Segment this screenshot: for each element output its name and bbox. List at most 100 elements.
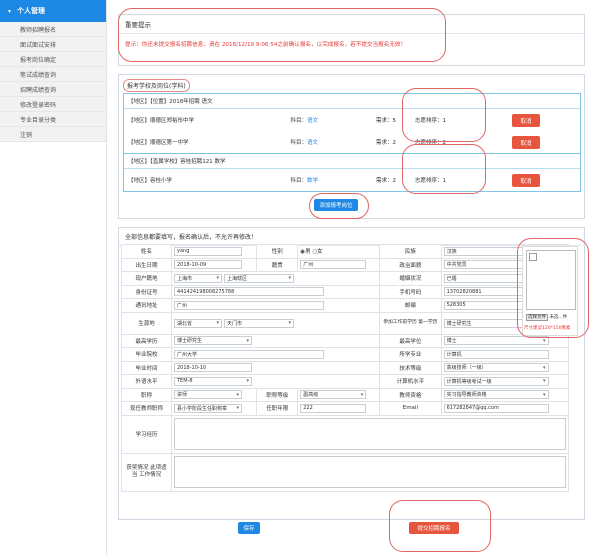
major-label: 所学专业	[379, 347, 442, 362]
origin-province-value: 湖北省	[177, 320, 193, 327]
info-form: 姓名 yang 性别 ◉男 ○女 民族 汉族 出生日期 2018-10-09 籍…	[121, 244, 570, 492]
study-history-label: 学习经历	[121, 414, 172, 454]
hukou-district-select[interactable]: 上海辖区	[224, 273, 294, 283]
subject-label: 科目：	[290, 118, 307, 124]
highest-degree-select[interactable]: 博士	[443, 336, 549, 346]
priority-order: 志愿排序：2	[415, 140, 446, 146]
sidebar-title: 个人管理	[17, 7, 46, 15]
cert-select[interactable]: 实习指导教师资格	[443, 390, 549, 400]
computer-select[interactable]: 计算机等级考试一级	[443, 376, 549, 386]
sidebar-header[interactable]: ▾ 个人管理	[0, 0, 106, 22]
first-education-label: 参加工作前学历 第一学历	[379, 311, 442, 335]
school-panel-title: 报考学校及岗位(学科)	[123, 79, 190, 92]
hukou-city-select[interactable]: 上海市	[174, 273, 222, 283]
school-name: 顺德区郑裕彤中学	[150, 118, 195, 124]
sidebar-item-result[interactable]: 招聘成绩查询	[0, 82, 106, 97]
subject-label: 科目：	[290, 140, 307, 146]
job-years-input[interactable]: 222	[300, 403, 367, 413]
awards-label: 获奖情况 此项适当 工作情况	[121, 452, 172, 492]
priority-order: 志愿排序：1	[415, 178, 446, 184]
graduation-time-input[interactable]: 2018-10-10	[174, 363, 252, 373]
highest-degree-label: 最高学位	[379, 333, 442, 348]
add-post-button[interactable]: 添加报考岗位	[314, 199, 358, 211]
address-input[interactable]: 广州	[174, 300, 324, 310]
school-input[interactable]: 广州大学	[174, 349, 324, 359]
birth-label: 出生日期	[121, 257, 172, 272]
native-input[interactable]: 广州	[300, 260, 367, 270]
school-panel: 报考学校及岗位(学科) 【地区】【位置】2018年招聘 语文 【地区】 顺德区郑…	[118, 74, 585, 219]
name-label: 姓名	[121, 244, 172, 259]
region-tag: 【地区】	[128, 118, 151, 124]
politics-label: 政治面貌	[379, 257, 442, 272]
school-row: 【地区】 顺德区第一中学 科目：语文 需求：2 志愿排序：2 取消	[124, 131, 580, 153]
origin-province-select[interactable]: 湖北省	[174, 318, 222, 328]
choose-file-button[interactable]: 选择文件	[526, 314, 548, 321]
name-input[interactable]: yang	[174, 246, 242, 256]
sidebar-item-written-score[interactable]: 笔试成绩查询	[0, 67, 106, 82]
awards-textarea[interactable]	[174, 456, 566, 488]
title-level-label: 职称等级	[256, 387, 299, 402]
school-name: 顺德区第一中学	[150, 140, 189, 146]
highest-education-label: 最高学历	[121, 333, 172, 348]
region-tag: 【地区】	[128, 178, 151, 184]
need-count: 需求：2	[376, 140, 396, 146]
tech-level-value: 高级技师（一级）	[446, 365, 487, 372]
sidebar-item-post-confirm[interactable]: 报考岗位确定	[0, 52, 106, 67]
cancel-button[interactable]: 取消	[512, 174, 540, 187]
school-group-header: 【地区】【位置】2018年招聘 语文	[124, 94, 580, 109]
photo-size-hint: 尺寸建议120*150像素	[524, 326, 571, 331]
highest-degree-value: 博士	[446, 338, 457, 345]
save-button[interactable]: 保存	[238, 522, 260, 534]
major-input[interactable]: 计算机	[443, 349, 549, 359]
notice-title: 重要提示	[119, 15, 584, 34]
id-input[interactable]: 441424198008275788	[174, 287, 324, 297]
marital-value: 已婚	[446, 275, 457, 282]
id-label: 身份证号	[121, 284, 172, 299]
notice-message: 提示：你还未提交报名招聘信息，请在 2018/12/19 9:06:54之前确认…	[125, 42, 407, 48]
sidebar-item-logout[interactable]: 注销	[0, 127, 106, 142]
tech-level-label: 技术等级	[379, 360, 442, 375]
subject-value: 语文	[306, 118, 318, 124]
school-name: 容桂小学	[150, 178, 173, 184]
cancel-button[interactable]: 取消	[512, 136, 540, 149]
job-select[interactable]: 县小学阶段生任职称章	[174, 403, 242, 413]
title-level-value: 副高级	[303, 392, 319, 399]
hukou-district-value: 上海辖区	[227, 275, 248, 282]
cert-label: 教师资格	[379, 387, 442, 402]
sidebar-item-teacher-signup[interactable]: 教师招聘报名	[0, 22, 106, 37]
sidebar-item-major-catalog[interactable]: 专业目录分类	[0, 112, 106, 127]
hukou-city-value: 上海市	[177, 275, 193, 282]
ethnic-value: 汉族	[446, 248, 457, 255]
hukou-label: 现户籍地	[121, 271, 172, 286]
title-value: 讲师	[177, 392, 188, 399]
ethnic-label: 民族	[379, 244, 442, 259]
language-label: 外语水平	[121, 374, 172, 389]
sidebar-item-password[interactable]: 修改登录密码	[0, 97, 106, 112]
email-input[interactable]: 617282847@qq.com	[443, 403, 549, 413]
language-select[interactable]: TEM-8	[174, 376, 252, 386]
priority-order: 志愿排序：1	[415, 118, 446, 124]
politics-value: 中共党员	[446, 262, 467, 269]
origin-city-select[interactable]: 天门市	[224, 318, 294, 328]
birth-input[interactable]: 2018-10-09	[174, 260, 242, 270]
highest-education-select[interactable]: 博士研究生	[174, 336, 252, 346]
address-label: 通讯地址	[121, 298, 172, 313]
subject-value: 语文	[306, 140, 318, 146]
cancel-button[interactable]: 取消	[512, 114, 540, 127]
email-label: Email	[379, 401, 442, 416]
sidebar-item-interview[interactable]: 面试面试安排	[0, 37, 106, 52]
school-group-2: 【地区】【直属学校】容桂招聘121 数学 【地区】 容桂小学 科目：数学 需求：…	[123, 153, 581, 192]
title-select[interactable]: 讲师	[174, 390, 242, 400]
info-panel: 全部信息都要填写，报名确认后，不允许再修改！ 姓名 yang 性别 ◉男 ○女 …	[118, 227, 585, 520]
submit-button[interactable]: 提交招聘报名	[409, 522, 459, 534]
title-level-select[interactable]: 副高级	[300, 390, 367, 400]
marital-label: 婚姻状况	[379, 271, 442, 286]
highest-education-value: 博士研究生	[177, 338, 203, 345]
phone-label: 手机号码	[379, 284, 442, 299]
tech-level-select[interactable]: 高级技师（一级）	[443, 363, 549, 373]
first-education-value: 博士研究生	[446, 320, 472, 327]
gender-female-label: 女	[317, 249, 323, 256]
subject-label: 科目：	[290, 178, 307, 184]
study-history-textarea[interactable]	[174, 418, 566, 450]
need-count: 需求：5	[376, 118, 396, 124]
